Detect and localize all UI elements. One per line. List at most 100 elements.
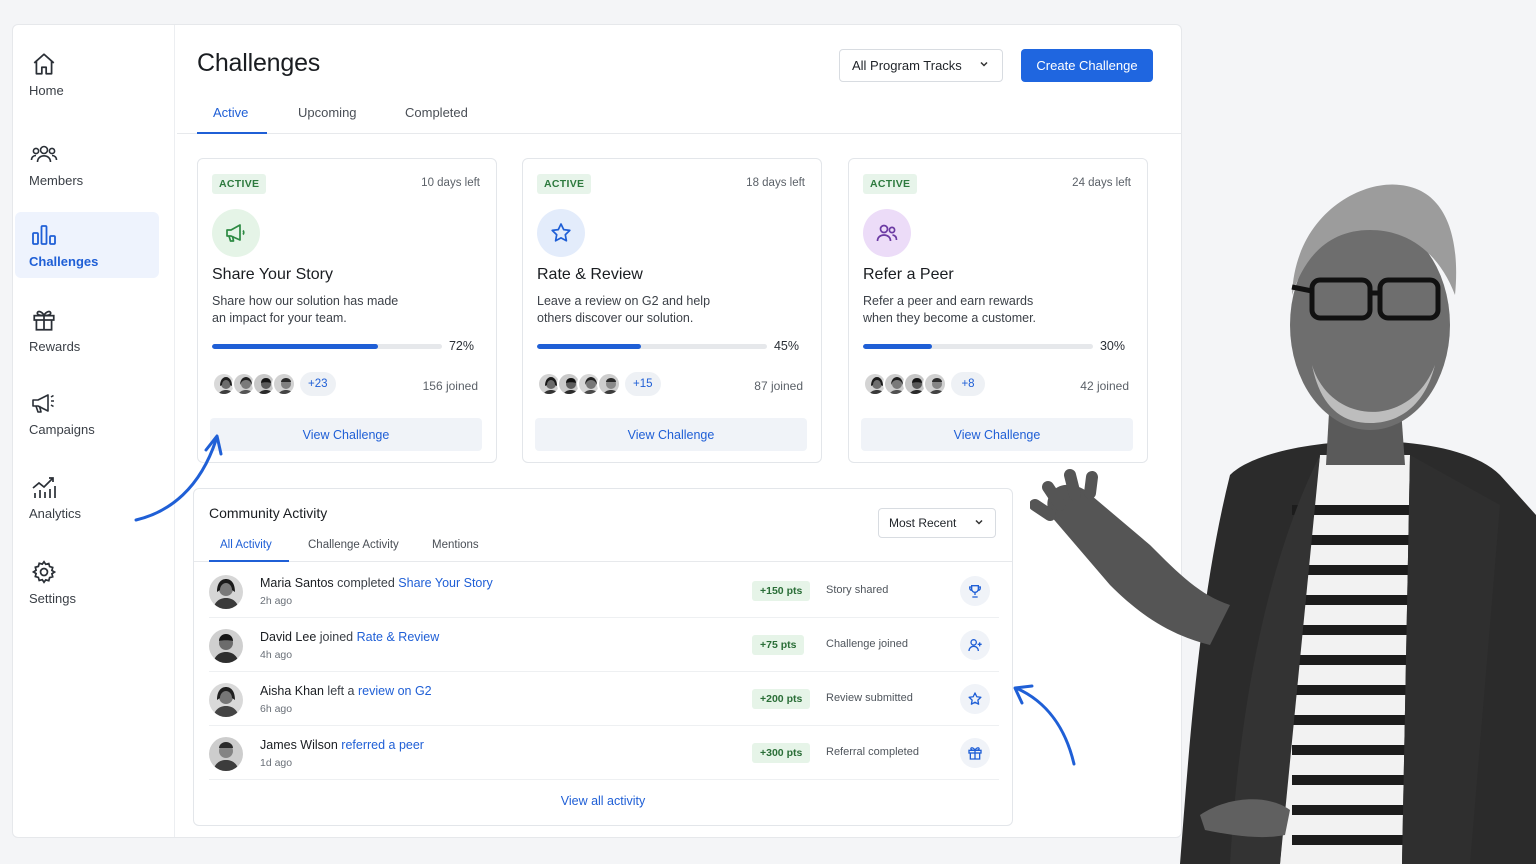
more-participants-count: +8 — [951, 372, 985, 396]
activity-link[interactable]: review on G2 — [358, 684, 432, 698]
activity-text: James Wilson referred a peer — [260, 738, 424, 752]
megaphone-icon — [212, 209, 260, 257]
user-plus-icon[interactable] — [960, 630, 990, 660]
progress-fill — [212, 344, 378, 349]
chevron-down-icon — [973, 516, 985, 531]
points-badge: +300 pts — [752, 743, 811, 763]
participant-avatars: +23 — [212, 372, 336, 396]
gear-icon — [29, 557, 59, 587]
progress-percent: 72% — [448, 339, 474, 353]
progress-bar — [212, 344, 442, 349]
member-name[interactable]: Maria Santos — [260, 576, 334, 590]
status-badge: ACTIVE — [537, 174, 592, 194]
sidebar-item-label: Analytics — [29, 506, 82, 521]
view-challenge-button[interactable]: View Challenge — [535, 418, 807, 451]
avatar — [923, 372, 947, 396]
sort-value: Most Recent — [889, 516, 957, 530]
activity-tabs: All Activity Challenge Activity Mentions — [194, 539, 1012, 562]
sidebar-item-challenges[interactable]: Challenges — [15, 212, 159, 278]
gift-icon[interactable] — [960, 738, 990, 768]
activity-link[interactable]: Rate & Review — [357, 630, 440, 644]
more-participants-count: +23 — [300, 372, 336, 396]
page-title: Challenges — [197, 49, 321, 77]
days-left: 18 days left — [746, 177, 805, 189]
joined-count: 156 joined — [422, 379, 478, 393]
activity-verb: left a — [323, 684, 358, 698]
sidebar-item-label: Settings — [29, 591, 76, 606]
sidebar-item-settings[interactable]: Settings — [15, 549, 159, 613]
avatar — [209, 629, 243, 663]
sidebar-item-label: Rewards — [29, 339, 81, 354]
status-badge: ACTIVE — [212, 174, 267, 194]
sidebar-item-home[interactable]: Home — [15, 41, 159, 105]
challenge-description: Leave a review on G2 and help others dis… — [537, 294, 711, 325]
activity-link[interactable]: Share Your Story — [398, 576, 493, 590]
members-icon — [29, 139, 59, 169]
points-badge: +200 pts — [752, 689, 811, 709]
challenge-tabs: Active Upcoming Completed — [177, 99, 1182, 134]
challenge-description: Share how our solution has made an impac… — [212, 294, 399, 325]
activity-text: Aisha Khan left a review on G2 — [260, 684, 432, 698]
tab-upcoming[interactable]: Upcoming — [298, 105, 357, 132]
activity-verb: joined — [316, 630, 357, 644]
member-name[interactable]: David Lee — [260, 630, 316, 644]
activity-status: Review submitted — [826, 692, 913, 704]
view-all-activity-link[interactable]: View all activity — [194, 794, 1012, 808]
tab-completed[interactable]: Completed — [405, 105, 468, 132]
tab-mentions[interactable]: Mentions — [432, 539, 479, 551]
create-challenge-button[interactable]: Create Challenge — [1021, 49, 1153, 82]
bar-chart-icon — [29, 220, 59, 250]
chevron-down-icon — [978, 58, 990, 73]
more-participants-count: +15 — [625, 372, 661, 396]
active-tab-indicator — [209, 560, 289, 562]
activity-row: Maria Santos completed Share Your Story … — [209, 564, 999, 618]
challenge-title: Share Your Story — [212, 266, 333, 283]
tab-challenge-activity[interactable]: Challenge Activity — [308, 539, 399, 551]
analytics-icon — [29, 472, 59, 502]
avatar — [209, 737, 243, 771]
gift-icon — [29, 305, 59, 335]
points-badge: +75 pts — [752, 635, 805, 655]
tab-all-activity[interactable]: All Activity — [220, 539, 272, 551]
points-badge: +150 pts — [752, 581, 811, 601]
activity-verb: completed — [333, 576, 399, 590]
avatar — [209, 575, 243, 609]
activity-time: 6h ago — [260, 703, 293, 715]
sidebar-item-members[interactable]: Members — [15, 131, 159, 195]
star-icon[interactable] — [960, 684, 990, 714]
activity-row: David Lee joined Rate & Review 4h ago +7… — [209, 618, 999, 672]
challenge-card-rate-review: ACTIVE 18 days left Rate & Review Leave … — [522, 158, 822, 463]
activity-time: 1d ago — [260, 757, 293, 769]
sort-dropdown[interactable]: Most Recent — [878, 508, 996, 538]
sidebar-item-label: Campaigns — [29, 422, 95, 437]
activity-time: 2h ago — [260, 595, 293, 607]
challenge-title: Rate & Review — [537, 266, 643, 283]
view-challenge-button[interactable]: View Challenge — [210, 418, 482, 451]
sidebar-item-rewards[interactable]: Rewards — [15, 297, 159, 361]
days-left: 10 days left — [421, 177, 480, 189]
status-badge: ACTIVE — [863, 174, 918, 194]
activity-text: David Lee joined Rate & Review — [260, 630, 439, 644]
activity-time: 4h ago — [260, 649, 293, 661]
challenge-card-share-your-story: ACTIVE 10 days left Share Your Story Sha… — [197, 158, 497, 463]
users-icon — [863, 209, 911, 257]
home-icon — [29, 49, 59, 79]
activity-text: Maria Santos completed Share Your Story — [260, 576, 493, 590]
presenter-photo — [1030, 184, 1536, 864]
activity-status: Referral completed — [826, 746, 919, 758]
member-name[interactable]: James Wilson — [260, 738, 338, 752]
joined-count: 87 joined — [754, 379, 803, 393]
member-name[interactable]: Aisha Khan — [260, 684, 324, 698]
sidebar-item-label: Home — [29, 83, 64, 98]
activity-status: Story shared — [826, 584, 889, 596]
avatar — [209, 683, 243, 717]
sidebar-item-label: Challenges — [29, 254, 99, 269]
activity-link[interactable]: referred a peer — [341, 738, 424, 752]
progress-fill — [537, 344, 641, 349]
tab-active[interactable]: Active — [213, 105, 248, 132]
trophy-icon[interactable] — [960, 576, 990, 606]
program-track-dropdown[interactable]: All Program Tracks — [839, 49, 1003, 82]
star-icon — [537, 209, 585, 257]
activity-status: Challenge joined — [826, 638, 908, 650]
activity-row: Aisha Khan left a review on G2 6h ago +2… — [209, 672, 999, 726]
